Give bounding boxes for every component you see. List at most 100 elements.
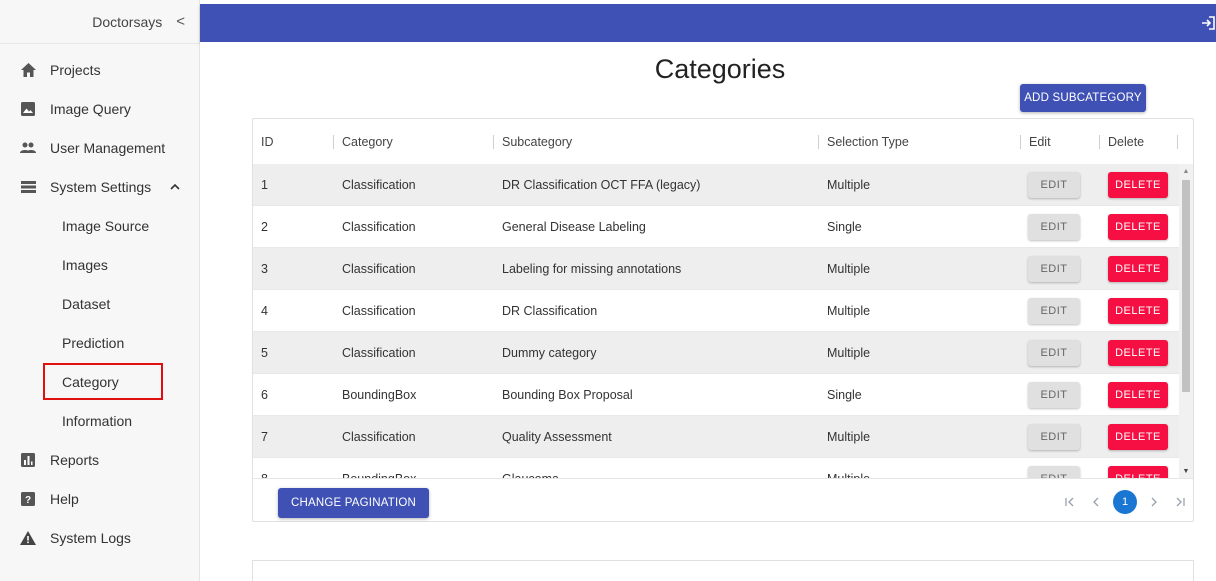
sidebar-item-projects[interactable]: Projects	[0, 50, 199, 89]
cell-category: Classification	[342, 178, 416, 192]
edit-button[interactable]: EDIT	[1028, 382, 1080, 408]
column-header-id[interactable]: ID	[261, 119, 274, 164]
cell-subcategory: General Disease Labeling	[502, 220, 646, 234]
delete-button[interactable]: DELETE	[1108, 340, 1168, 366]
sidebar-subitem-label: Images	[62, 256, 108, 273]
cell-delete: DELETE	[1108, 332, 1168, 374]
edit-button[interactable]: EDIT	[1028, 466, 1080, 478]
sidebar-item-user-management[interactable]: User Management	[0, 128, 199, 167]
secondary-table-card	[252, 560, 1194, 581]
last-page-icon[interactable]	[1167, 489, 1193, 515]
cell-delete: DELETE	[1108, 164, 1168, 206]
cell-delete: DELETE	[1108, 458, 1168, 478]
table-scrollbar[interactable]: ▲ ▼	[1179, 164, 1193, 478]
delete-button[interactable]: DELETE	[1108, 256, 1168, 282]
column-header-delete[interactable]: Delete	[1099, 119, 1144, 164]
cell-category: BoundingBox	[342, 458, 416, 478]
cell-edit: EDIT	[1028, 458, 1080, 478]
delete-button[interactable]: DELETE	[1108, 298, 1168, 324]
cell-selection-type: Multiple	[827, 262, 871, 276]
cell-id: 2	[261, 220, 268, 234]
column-header-subcategory[interactable]: Subcategory	[493, 119, 572, 164]
column-header-divider	[1177, 119, 1186, 164]
sidebar-item-label: Image Query	[50, 100, 131, 117]
table-row: 3 Classification Labeling for missing an…	[253, 248, 1179, 290]
add-subcategory-button[interactable]: ADD SUBCATEGORY	[1020, 84, 1146, 112]
edit-button[interactable]: EDIT	[1028, 172, 1080, 198]
delete-button[interactable]: DELETE	[1108, 424, 1168, 450]
sidebar-item-system-logs[interactable]: System Logs	[0, 518, 199, 557]
scroll-down-icon[interactable]: ▼	[1179, 464, 1193, 478]
logout-icon[interactable]	[1200, 15, 1216, 31]
cell-id: 5	[261, 346, 268, 360]
delete-button[interactable]: DELETE	[1108, 172, 1168, 198]
cell-subcategory: DR Classification	[502, 304, 598, 318]
next-page-icon[interactable]	[1141, 489, 1167, 515]
cell-id: 1	[261, 178, 268, 192]
sidebar-subitem-label: Information	[62, 412, 133, 429]
edit-button[interactable]: EDIT	[1028, 214, 1080, 240]
sidebar-item-label: System Logs	[50, 529, 131, 546]
scroll-up-icon[interactable]: ▲	[1179, 164, 1193, 178]
sidebar-item-reports[interactable]: Reports	[0, 440, 199, 479]
sidebar-item-system-settings[interactable]: System Settings	[0, 167, 199, 206]
cell-subcategory: Dummy category	[502, 346, 597, 360]
delete-button[interactable]: DELETE	[1108, 466, 1168, 478]
sidebar-subitem-image-source[interactable]: Image Source	[0, 206, 199, 245]
main-content: Categories ADD SUBCATEGORY ID Category S…	[200, 42, 1216, 581]
cell-id: 8	[261, 458, 268, 478]
table-row: 1 Classification DR Classification OCT F…	[253, 164, 1179, 206]
change-pagination-button[interactable]: CHANGE PAGINATION	[278, 488, 429, 518]
cell-subcategory: Labeling for missing annotations	[502, 262, 682, 276]
cell-delete: DELETE	[1108, 206, 1168, 248]
cell-id: 3	[261, 262, 268, 276]
cell-subcategory: Glaucoma	[502, 458, 559, 478]
sidebar-item-image-query[interactable]: Image Query	[0, 89, 199, 128]
sidebar-item-label: Projects	[50, 61, 101, 78]
sidebar-subitem-images[interactable]: Images	[0, 245, 199, 284]
column-header-edit[interactable]: Edit	[1020, 119, 1051, 164]
edit-button[interactable]: EDIT	[1028, 256, 1080, 282]
column-header-selection-type[interactable]: Selection Type	[818, 119, 909, 164]
cell-category: Classification	[342, 346, 416, 360]
delete-button[interactable]: DELETE	[1108, 382, 1168, 408]
sidebar-subitem-category[interactable]: Category	[0, 362, 199, 401]
sidebar-subitem-information[interactable]: Information	[0, 401, 199, 440]
page-title: Categories	[654, 54, 786, 84]
sidebar-subitem-label: Dataset	[62, 295, 111, 312]
table-row: 8 BoundingBox Glaucoma Multiple EDIT DEL…	[253, 458, 1179, 478]
cell-category: Classification	[342, 220, 416, 234]
edit-button[interactable]: EDIT	[1028, 298, 1080, 324]
help-icon: ?	[20, 491, 36, 507]
previous-page-icon[interactable]	[1083, 489, 1109, 515]
brand-name: Doctorsays	[92, 13, 163, 30]
cell-category: Classification	[342, 304, 416, 318]
first-page-icon[interactable]	[1057, 489, 1083, 515]
collapse-sidebar-icon[interactable]: <	[176, 13, 185, 30]
cell-selection-type: Single	[827, 388, 862, 402]
cell-edit: EDIT	[1028, 248, 1080, 290]
cell-selection-type: Multiple	[827, 430, 871, 444]
chevron-up-icon[interactable]	[170, 181, 180, 193]
cell-edit: EDIT	[1028, 332, 1080, 374]
sidebar-subitem-dataset[interactable]: Dataset	[0, 284, 199, 323]
cell-subcategory: DR Classification OCT FFA (legacy)	[502, 178, 701, 192]
column-header-label: Edit	[1029, 134, 1051, 149]
cell-delete: DELETE	[1108, 248, 1168, 290]
scrollbar-thumb[interactable]	[1182, 180, 1190, 392]
pagination: 1	[1057, 489, 1193, 515]
cell-category: Classification	[342, 262, 416, 276]
table-row: 6 BoundingBox Bounding Box Proposal Sing…	[253, 374, 1179, 416]
image-icon	[20, 101, 36, 117]
sidebar-subitem-prediction[interactable]: Prediction	[0, 323, 199, 362]
sidebar-item-help[interactable]: ? Help	[0, 479, 199, 518]
edit-button[interactable]: EDIT	[1028, 424, 1080, 450]
edit-button[interactable]: EDIT	[1028, 340, 1080, 366]
delete-button[interactable]: DELETE	[1108, 214, 1168, 240]
sidebar-subitem-label: Image Source	[62, 217, 150, 234]
page-number-button[interactable]: 1	[1113, 490, 1137, 514]
sidebar-item-label: Help	[50, 490, 79, 507]
cell-id: 4	[261, 304, 268, 318]
column-header-category[interactable]: Category	[333, 119, 393, 164]
table-row: 2 Classification General Disease Labelin…	[253, 206, 1179, 248]
